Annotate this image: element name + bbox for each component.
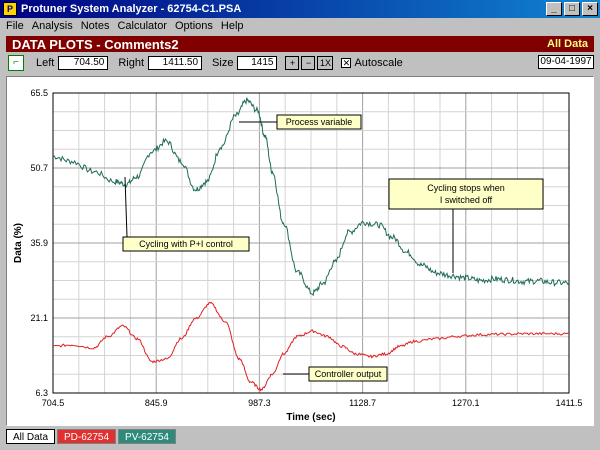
plot-area: 704.5 845.9 987.3 1128.7 1270.1 1411.5 65.5 50.… bbox=[6, 76, 594, 426]
x-tick-label: 987.3 bbox=[248, 398, 271, 408]
x-tick-label: 1411.5 bbox=[556, 398, 583, 408]
zoom-out-icon[interactable]: − bbox=[301, 56, 316, 70]
right-input[interactable]: 1411.50 bbox=[148, 56, 203, 70]
annotation-text: Controller output bbox=[315, 369, 382, 379]
x-tick-label: 1270.1 bbox=[452, 398, 480, 408]
y-tick-label: 6.3 bbox=[35, 388, 48, 398]
annotation-text: Process variable bbox=[286, 117, 353, 127]
date-display: 09-04-1997 bbox=[538, 55, 594, 69]
close-button[interactable]: × bbox=[582, 2, 598, 16]
tab-pv-62754[interactable]: PV-62754 bbox=[118, 429, 176, 444]
y-axis-label: Data (%) bbox=[13, 223, 24, 263]
zoom-1x-button[interactable]: 1X bbox=[317, 56, 334, 70]
menu-notes[interactable]: Notes bbox=[81, 20, 110, 32]
tab-pd-62754[interactable]: PD-62754 bbox=[57, 429, 117, 444]
maximize-button[interactable]: □ bbox=[564, 2, 580, 16]
menu-analysis[interactable]: Analysis bbox=[32, 20, 73, 32]
app-icon: P bbox=[3, 2, 17, 16]
data-plot-chart: 704.5 845.9 987.3 1128.7 1270.1 1411.5 65.5 50.… bbox=[13, 88, 583, 423]
x-tick-label: 845.9 bbox=[145, 398, 168, 408]
menu-file[interactable]: File bbox=[6, 20, 24, 32]
autoscale-checkbox[interactable]: ✕ bbox=[341, 58, 352, 68]
autoscale-label: Autoscale bbox=[354, 57, 403, 69]
left-input[interactable]: 704.50 bbox=[58, 56, 109, 70]
title-bar: P Protuner System Analyzer - 62754-C1.PS… bbox=[0, 0, 600, 18]
x-tick-label: 1128.7 bbox=[349, 398, 376, 408]
x-axis-label: Time (sec) bbox=[286, 412, 335, 423]
minimize-button[interactable]: _ bbox=[546, 2, 562, 16]
annotation-text: Cycling stops when bbox=[427, 183, 505, 193]
size-input[interactable]: 1415 bbox=[237, 56, 278, 70]
x-tick-label: 704.5 bbox=[42, 398, 65, 408]
y-tick-label: 65.5 bbox=[30, 88, 48, 98]
left-label: Left bbox=[36, 57, 55, 69]
zoom-in-icon[interactable]: + bbox=[285, 56, 300, 70]
y-tick-label: 50.7 bbox=[30, 163, 48, 173]
banner-title: DATA PLOTS - Comments2 bbox=[12, 36, 179, 52]
banner-dataset-label: All Data bbox=[547, 38, 588, 50]
chart-tool-icon[interactable]: ⌐ bbox=[8, 55, 24, 71]
right-label: Right bbox=[118, 57, 145, 69]
size-label: Size bbox=[212, 57, 234, 69]
annotation-text: Cycling with P+I control bbox=[139, 239, 233, 249]
data-plots-banner: DATA PLOTS - Comments2 All Data bbox=[6, 36, 594, 52]
window-title: Protuner System Analyzer - 62754-C1.PSA bbox=[21, 3, 242, 15]
y-tick-label: 35.9 bbox=[30, 238, 48, 248]
menu-bar: File Analysis Notes Calculator Options H… bbox=[0, 18, 600, 34]
annotation-text: I switched off bbox=[440, 195, 493, 205]
menu-options[interactable]: Options bbox=[175, 20, 213, 32]
tab-all-data[interactable]: All Data bbox=[6, 429, 56, 444]
plot-toolbar: ⌐ Left 704.50 Right 1411.50 Size 1415 + … bbox=[0, 54, 600, 72]
y-tick-label: 21.1 bbox=[30, 313, 48, 323]
menu-help[interactable]: Help bbox=[221, 20, 244, 32]
menu-calculator[interactable]: Calculator bbox=[117, 20, 167, 32]
series-tabs: All Data PD-62754 PV-62754 bbox=[6, 429, 176, 446]
